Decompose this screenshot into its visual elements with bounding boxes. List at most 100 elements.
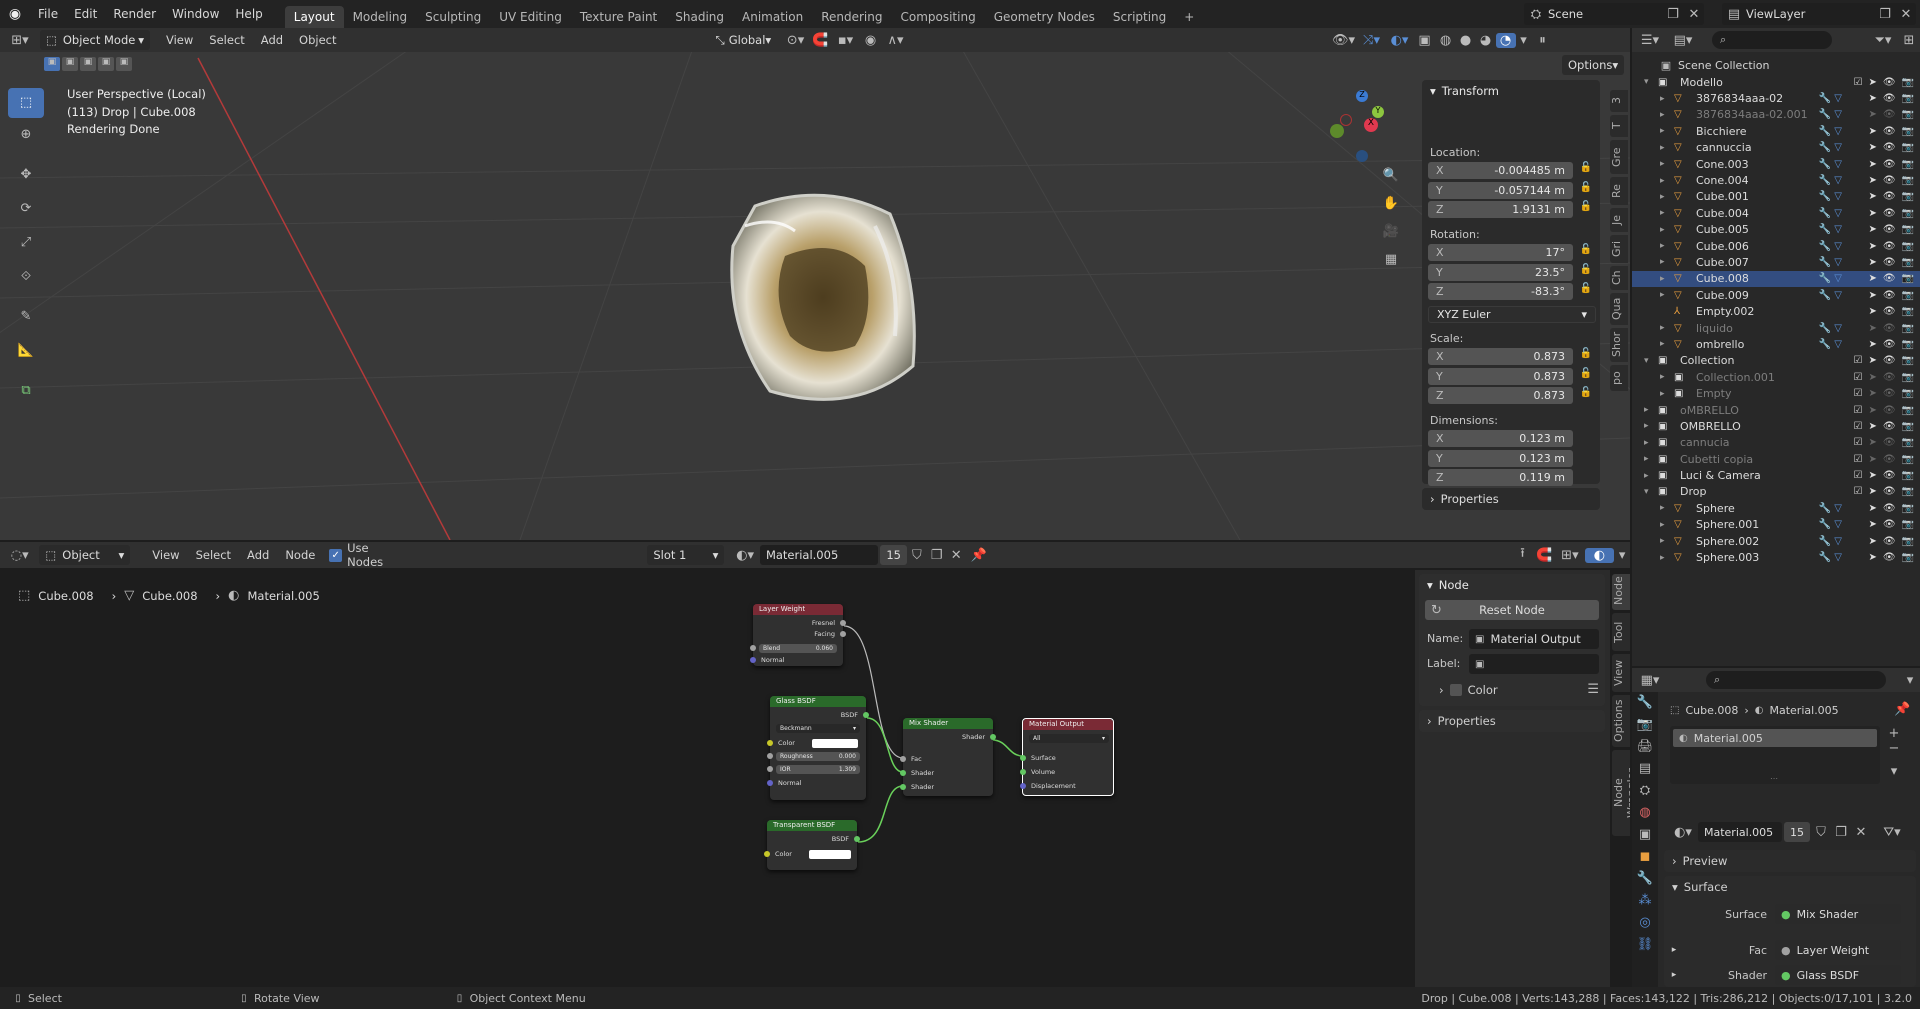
collapsed-arrow-icon[interactable]: ▸ (1660, 503, 1674, 513)
orientation-dropdown[interactable]: ⤡ Global ▾ (710, 30, 782, 50)
add-workspace-icon[interactable]: + (1175, 6, 1203, 28)
collapsed-arrow-icon[interactable]: ▸ (1660, 290, 1674, 300)
gizmo-neg-z[interactable] (1356, 150, 1368, 162)
exclude-checkbox-icon[interactable]: ☑ (1853, 421, 1862, 432)
tool-tab-icon[interactable]: 🔧 (1632, 692, 1658, 714)
outliner-row[interactable]: ▸ ▽ Cube.008 ➤ 👁 📷 🔧 ▽ (1632, 270, 1920, 288)
select-toggle-icon[interactable]: ➤ (1868, 273, 1876, 284)
eye-icon[interactable]: 👁 (1883, 93, 1896, 104)
modifier-icon[interactable]: 🔧 ▽ (1819, 241, 1842, 252)
select-toggle-icon[interactable]: ➤ (1868, 224, 1876, 235)
camera-icon[interactable]: 📷 (1902, 470, 1914, 481)
lock-icon[interactable]: 🔓 (1577, 387, 1595, 398)
shader-expand-icon[interactable]: ▸ (1664, 970, 1684, 980)
modifier-icon[interactable]: 🔧 ▽ (1819, 519, 1842, 530)
outliner-row[interactable]: ▸ ▣ cannucia ☑ ➤ 👁 📷 (1632, 435, 1920, 451)
outliner-row[interactable]: ▸ ▽ 3876834aaa-02 ➤ 👁 📷 🔧 ▽ (1632, 90, 1920, 106)
eye-icon[interactable]: 👁 (1883, 257, 1896, 268)
gizmo-y-axis[interactable]: Y (1372, 106, 1384, 118)
vp-menu-add[interactable]: Add (253, 33, 291, 47)
select-toggle-icon[interactable]: ➤ (1868, 454, 1876, 465)
shading-solid-icon[interactable]: ● (1456, 33, 1476, 48)
physics-tab-icon[interactable]: ◎ (1632, 912, 1658, 934)
fake-user-icon[interactable]: ⛉ (1812, 825, 1830, 840)
material-users-count[interactable]: 15 (1784, 822, 1810, 842)
select-invert-icon[interactable]: ▣ (98, 57, 114, 71)
location-x-field[interactable]: X -0.004485 m (1428, 162, 1573, 179)
exclude-checkbox-icon[interactable]: ☑ (1853, 470, 1862, 481)
collapsed-arrow-icon[interactable]: ▸ (1660, 257, 1674, 267)
collapsed-arrow-icon[interactable]: ▸ (1660, 176, 1674, 186)
node-mix-shader[interactable]: Mix Shader Shader Fac Shader Shader (900, 718, 996, 796)
camera-icon[interactable]: 📷 (1902, 372, 1914, 383)
reset-node-button[interactable]: ↻ Reset Node (1425, 600, 1599, 620)
zoom-icon[interactable]: 🔍 (1376, 168, 1406, 196)
material-slot-row[interactable]: ◐ Material.005 (1673, 729, 1877, 747)
select-toggle-icon[interactable]: ➤ (1868, 388, 1876, 399)
outliner-row[interactable]: ▸ ▽ Sphere.002 ➤ 👁 📷 🔧 ▽ (1632, 533, 1920, 549)
modifier-icon[interactable]: 🔧 ▽ (1819, 503, 1842, 514)
editor-type-icon[interactable]: ▦▾ (1632, 673, 1668, 688)
eye-icon[interactable]: 👁 (1883, 536, 1896, 547)
sidebar-tab-view[interactable]: View (1612, 654, 1630, 692)
surface-shader-field[interactable]: ● Mix Shader (1775, 904, 1901, 924)
remove-slot-icon[interactable]: − (1884, 741, 1904, 756)
outliner-row[interactable]: ▸ ▽ Cone.004 ➤ 👁 📷 🔧 ▽ (1632, 172, 1920, 188)
collapsed-arrow-icon[interactable]: ▸ (1660, 208, 1674, 218)
collapsed-arrow-icon[interactable]: ▸ (1660, 241, 1674, 251)
list-icon[interactable]: ☰ (1587, 682, 1599, 697)
socket-normal[interactable] (767, 780, 773, 786)
collapsed-arrow-icon[interactable]: ▸ (1660, 520, 1674, 530)
socket-displacement[interactable] (1020, 783, 1026, 789)
modifier-icon[interactable]: 🔧 ▽ (1819, 142, 1842, 153)
socket-roughness[interactable] (767, 753, 773, 759)
modifier-icon[interactable]: 🔧 ▽ (1819, 552, 1842, 563)
render-tab-icon[interactable]: 📷 (1632, 714, 1658, 736)
collapsed-arrow-icon[interactable]: ▸ (1644, 421, 1658, 431)
shading-material-icon[interactable]: ◕ (1476, 33, 1496, 48)
properties-subpanel[interactable]: › Properties (1422, 488, 1600, 510)
camera-icon[interactable]: 📷 (1902, 421, 1914, 432)
viewport-3d[interactable]: ⊞▾ ⬚ Object Mode ▾ View Select Add Object… (0, 28, 1630, 540)
material-slot-list[interactable]: ◐ Material.005 ⋯ (1670, 726, 1880, 784)
editor-type-icon[interactable]: ⊞▾ (0, 33, 40, 48)
modifier-icon[interactable]: 🔧 ▽ (1819, 323, 1842, 334)
shader-input-field[interactable]: ● Glass BSDF (1775, 965, 1901, 985)
collapsed-arrow-icon[interactable]: ▸ (1660, 159, 1674, 169)
select-toggle-icon[interactable]: ➤ (1868, 503, 1876, 514)
socket-bsdf[interactable] (863, 712, 869, 718)
socket-volume[interactable] (1020, 769, 1026, 775)
camera-icon[interactable]: 📷 (1902, 142, 1914, 153)
collapsed-arrow-icon[interactable]: ▸ (1660, 94, 1674, 104)
eye-icon[interactable]: 👁 (1883, 208, 1896, 219)
camera-icon[interactable]: 📷 (1902, 257, 1914, 268)
select-toggle-icon[interactable]: ➤ (1868, 175, 1876, 186)
menu-file[interactable]: File (30, 0, 66, 28)
menu-help[interactable]: Help (227, 0, 270, 28)
lock-icon[interactable]: 🔓 (1577, 283, 1595, 294)
eye-icon[interactable]: 👁 (1883, 519, 1896, 530)
color-swatch[interactable] (812, 739, 858, 748)
camera-icon[interactable]: 📷 (1902, 77, 1914, 88)
lock-icon[interactable]: 🔓 (1577, 368, 1595, 379)
sidebar-tab-je[interactable]: Je (1610, 208, 1628, 232)
exclude-checkbox-icon[interactable]: ☑ (1853, 437, 1862, 448)
outliner-row[interactable]: ▸ ▣ oMBRELLO ☑ ➤ 👁 📷 (1632, 402, 1920, 418)
modifier-icon[interactable]: 🔧 ▽ (1819, 273, 1842, 284)
camera-icon[interactable]: 📷 (1902, 109, 1914, 120)
eye-icon[interactable]: 👁 (1883, 486, 1896, 497)
eye-icon[interactable]: 👁 (1883, 126, 1896, 137)
tab-layout[interactable]: Layout (284, 6, 344, 28)
pin-icon[interactable]: 📌 (1894, 702, 1910, 717)
modifier-icon[interactable]: 🔧 ▽ (1819, 93, 1842, 104)
rotate-icon[interactable]: ⟳ (8, 192, 44, 226)
select-toggle-icon[interactable]: ➤ (1868, 536, 1876, 547)
collapsed-arrow-icon[interactable]: ▸ (1660, 110, 1674, 120)
camera-icon[interactable]: 📷 (1902, 241, 1914, 252)
gizmo-neg-y[interactable] (1330, 124, 1344, 138)
sidebar-tab-gri[interactable]: Gri (1610, 235, 1628, 263)
tab-uv-editing[interactable]: UV Editing (490, 6, 571, 28)
sidebar-tab-qua[interactable]: Qua (1610, 293, 1628, 325)
outliner-row[interactable]: ⅄ Empty.002 ➤ 👁 📷 (1632, 303, 1920, 319)
socket-ior[interactable] (767, 766, 773, 772)
